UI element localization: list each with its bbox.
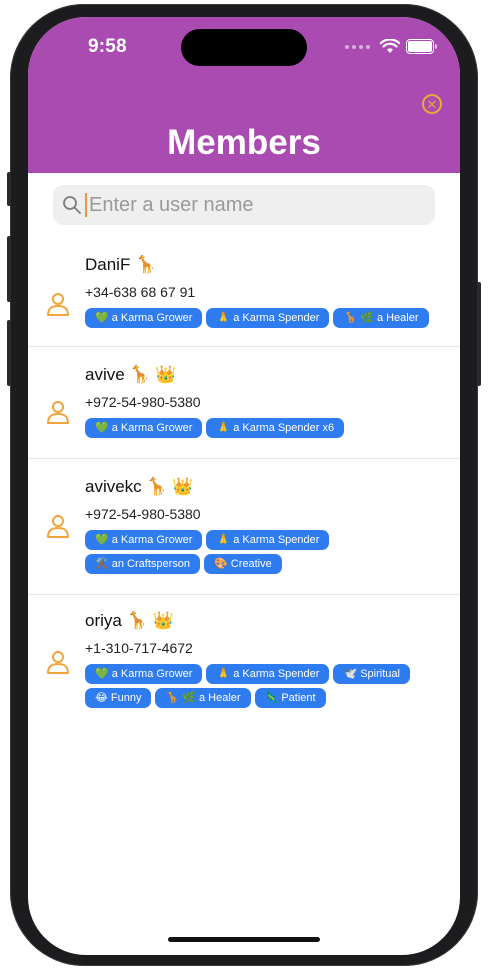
text-caret <box>85 193 87 217</box>
person-icon <box>47 651 69 674</box>
badge-karma-grower: 💚 a Karma Grower <box>85 418 203 438</box>
member-row[interactable]: oriya 🦒 👑 +1-310-717-4672 💚 a Karma Grow… <box>28 595 460 722</box>
app-screen: 9:58 ✕ Members DaniF 🦒 + <box>28 17 460 955</box>
person-icon <box>47 401 69 424</box>
wifi-icon <box>380 39 400 53</box>
member-phone: +972-54-980-5380 <box>85 394 201 410</box>
badge-patient: 🦎 Patient <box>254 688 326 708</box>
badge-karma-grower: 💚 a Karma Grower <box>85 664 203 684</box>
member-row[interactable]: avive 🦒 👑 +972-54-980-5380 💚 a Karma Gro… <box>28 347 460 459</box>
member-name: DaniF 🦒 <box>85 255 157 274</box>
status-time: 9:58 <box>88 36 127 57</box>
member-phone: +1-310-717-4672 <box>85 640 193 656</box>
badge-karma-grower: 💚 a Karma Grower <box>85 530 203 550</box>
member-badges: 💚 a Karma Grower 🙏 a Karma Spender ⚒️ an… <box>85 530 444 574</box>
search-bar[interactable] <box>53 185 435 225</box>
volume-up-button <box>7 236 11 302</box>
volume-down-button <box>7 320 11 386</box>
battery-icon <box>406 39 437 54</box>
power-button <box>477 282 481 386</box>
member-name: avive 🦒 👑 <box>85 365 177 384</box>
search-icon <box>63 196 81 214</box>
badge-karma-spender: 🙏 a Karma Spender x6 <box>206 418 345 438</box>
silent-switch <box>7 172 11 206</box>
badge-creative: 🎨 Creative <box>204 554 282 574</box>
home-indicator[interactable] <box>168 937 320 942</box>
person-icon <box>47 293 69 316</box>
badge-funny: 😂 Funny <box>85 688 152 708</box>
badge-healer: 🦒 🌿 a Healer <box>155 688 251 708</box>
dynamic-island <box>181 29 307 66</box>
member-badges: 💚 a Karma Grower 🙏 a Karma Spender x6 <box>85 418 444 438</box>
badge-karma-spender: 🙏 a Karma Spender <box>206 664 330 684</box>
member-phone: +972-54-980-5380 <box>85 506 201 522</box>
member-row[interactable]: avivekc 🦒 👑 +972-54-980-5380 💚 a Karma G… <box>28 459 460 595</box>
member-badges: 💚 a Karma Grower 🙏 a Karma Spender 🕊️ Sp… <box>85 664 444 708</box>
member-name: oriya 🦒 👑 <box>85 611 174 630</box>
members-list: DaniF 🦒 +34-638 68 67 91 💚 a Karma Growe… <box>28 243 460 722</box>
badge-karma-spender: 🙏 a Karma Spender <box>206 308 330 328</box>
person-icon <box>47 515 69 538</box>
badge-craftsperson: ⚒️ an Craftsperson <box>85 554 201 574</box>
close-icon[interactable]: ✕ <box>422 94 442 114</box>
member-phone: +34-638 68 67 91 <box>85 284 196 300</box>
signal-icon <box>345 44 370 49</box>
status-icons <box>345 39 437 54</box>
badge-spiritual: 🕊️ Spiritual <box>333 664 410 684</box>
page-title: Members <box>167 123 321 162</box>
member-name: avivekc 🦒 👑 <box>85 477 194 496</box>
search-input[interactable] <box>89 193 409 217</box>
member-row[interactable]: DaniF 🦒 +34-638 68 67 91 💚 a Karma Growe… <box>28 243 460 347</box>
badge-karma-grower: 💚 a Karma Grower <box>85 308 203 328</box>
badge-karma-spender: 🙏 a Karma Spender <box>206 530 330 550</box>
header-bar: 9:58 ✕ Members <box>28 17 460 173</box>
badge-healer: 🦒 🌿 a Healer <box>333 308 429 328</box>
member-badges: 💚 a Karma Grower 🙏 a Karma Spender 🦒 🌿 a… <box>85 308 444 328</box>
